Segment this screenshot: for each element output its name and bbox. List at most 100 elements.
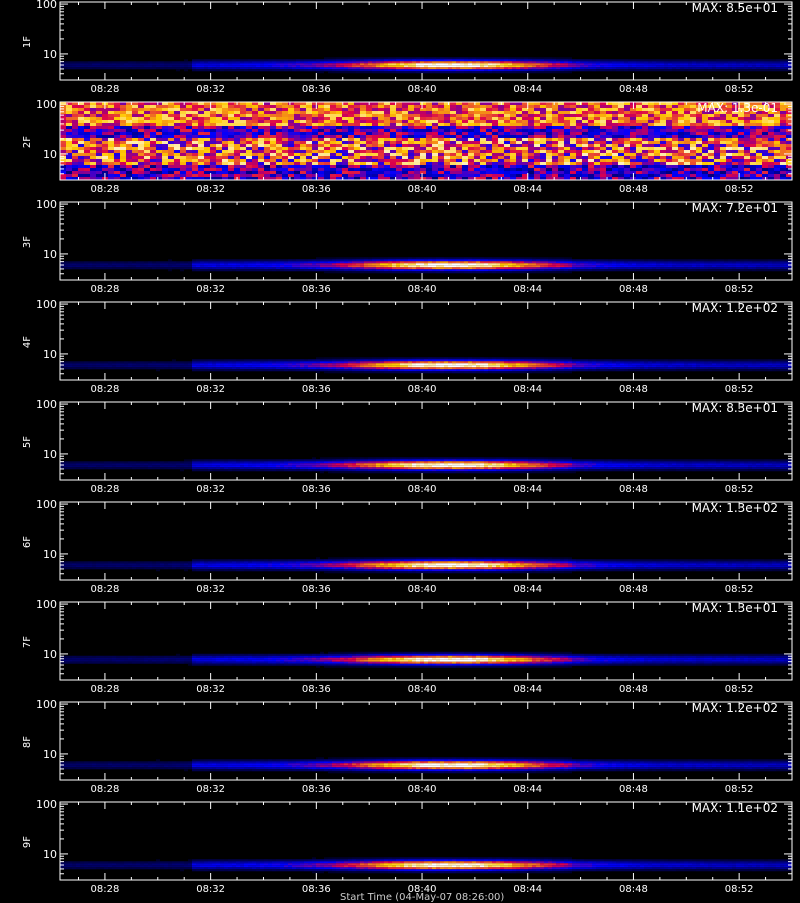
heatmap-cell: [276, 120, 282, 123]
heatmap-cell: [270, 156, 276, 159]
heatmap-cell: [306, 150, 312, 153]
heatmap-cell: [414, 156, 420, 159]
heatmap-cell: [672, 123, 678, 126]
heatmap-cell: [684, 168, 690, 171]
heatmap-cell: [630, 117, 636, 120]
heatmap-cell: [480, 108, 486, 111]
heatmap-cell: [750, 174, 756, 177]
heatmap-cell: [600, 144, 606, 147]
heatmap-cell: [330, 135, 336, 138]
heatmap-cell: [678, 165, 684, 168]
heatmap-cell: [126, 141, 132, 144]
heatmap-cell: [624, 156, 630, 159]
heatmap-cell: [208, 265, 212, 267]
heatmap-cell: [156, 144, 162, 147]
heatmap-cell: [564, 63, 568, 65]
heatmap-cell: [492, 59, 496, 61]
heatmap-cell: [288, 135, 294, 138]
heatmap-cell: [280, 267, 284, 269]
heatmap-cell: [612, 117, 618, 120]
heatmap-cell: [426, 108, 432, 111]
heatmap-cell: [244, 261, 248, 263]
heatmap-cell: [276, 263, 280, 265]
heatmap-cell: [192, 259, 196, 261]
heatmap-cell: [240, 65, 244, 67]
heatmap-cell: [84, 267, 88, 269]
heatmap-cell: [540, 114, 546, 117]
heatmap-cell: [216, 162, 222, 165]
heatmap-cell: [588, 168, 594, 171]
heatmap-cell: [660, 117, 666, 120]
heatmap-cell: [260, 69, 264, 71]
heatmap-cell: [396, 67, 400, 69]
heatmap-cell: [654, 162, 660, 165]
heatmap-cell: [384, 126, 390, 129]
heatmap-cell: [486, 147, 492, 150]
heatmap-cell: [644, 65, 648, 67]
heatmap-cell: [528, 156, 534, 159]
heatmap-cell: [236, 261, 240, 263]
heatmap-cell: [426, 168, 432, 171]
heatmap-cell: [748, 65, 752, 67]
heatmap-cell: [192, 63, 196, 65]
heatmap-cell: [678, 147, 684, 150]
heatmap-cell: [192, 59, 196, 61]
heatmap-cell: [156, 162, 162, 165]
heatmap-cell: [114, 135, 120, 138]
heatmap-cell: [340, 271, 344, 273]
heatmap-cell: [252, 108, 258, 111]
heatmap-cell: [624, 111, 630, 114]
heatmap-cell: [196, 69, 200, 71]
heatmap-cell: [92, 267, 96, 269]
heatmap-cell: [714, 144, 720, 147]
heatmap-cell: [660, 123, 666, 126]
heatmap-cell: [186, 141, 192, 144]
heatmap-cell: [336, 114, 342, 117]
heatmap-cell: [90, 114, 96, 117]
heatmap-cell: [72, 135, 78, 138]
heatmap-cell: [84, 126, 90, 129]
heatmap-cell: [684, 67, 688, 69]
heatmap-cell: [210, 147, 216, 150]
heatmap-cell: [208, 63, 212, 65]
heatmap-cell: [92, 65, 96, 67]
heatmap-cell: [528, 63, 532, 65]
heatmap-cell: [540, 123, 546, 126]
heatmap-cell: [744, 129, 750, 132]
heatmap-cell: [256, 259, 260, 261]
heatmap-cell: [272, 65, 276, 67]
heatmap-cell: [724, 61, 728, 63]
heatmap-cell: [480, 63, 484, 65]
heatmap-cell: [66, 120, 72, 123]
heatmap-cell: [320, 69, 324, 71]
heatmap-cell: [330, 108, 336, 111]
heatmap-cell: [780, 144, 786, 147]
heatmap-cell: [162, 150, 168, 153]
heatmap-cell: [468, 114, 474, 117]
heatmap-cell: [702, 120, 708, 123]
heatmap-cell: [312, 117, 318, 120]
heatmap-cell: [420, 71, 424, 73]
heatmap-cell: [208, 61, 212, 63]
heatmap-cell: [412, 71, 416, 73]
heatmap-cell: [552, 135, 558, 138]
heatmap-cell: [588, 159, 594, 162]
heatmap-cell: [282, 168, 288, 171]
heatmap-cell: [270, 165, 276, 168]
heatmap-cell: [432, 111, 438, 114]
heatmap-cell: [96, 267, 100, 269]
heatmap-cell: [258, 165, 264, 168]
heatmap-cell: [324, 263, 328, 265]
heatmap-cell: [78, 147, 84, 150]
heatmap-cell: [360, 159, 366, 162]
heatmap-cell: [132, 147, 138, 150]
heatmap-cell: [764, 61, 768, 63]
heatmap-cell: [252, 259, 256, 261]
heatmap-cell: [240, 269, 244, 271]
heatmap-cell: [368, 269, 372, 271]
heatmap-cell: [288, 132, 294, 135]
heatmap-cell: [264, 63, 268, 65]
heatmap-cell: [60, 132, 66, 135]
heatmap-cell: [126, 168, 132, 171]
heatmap-cell: [744, 174, 750, 177]
